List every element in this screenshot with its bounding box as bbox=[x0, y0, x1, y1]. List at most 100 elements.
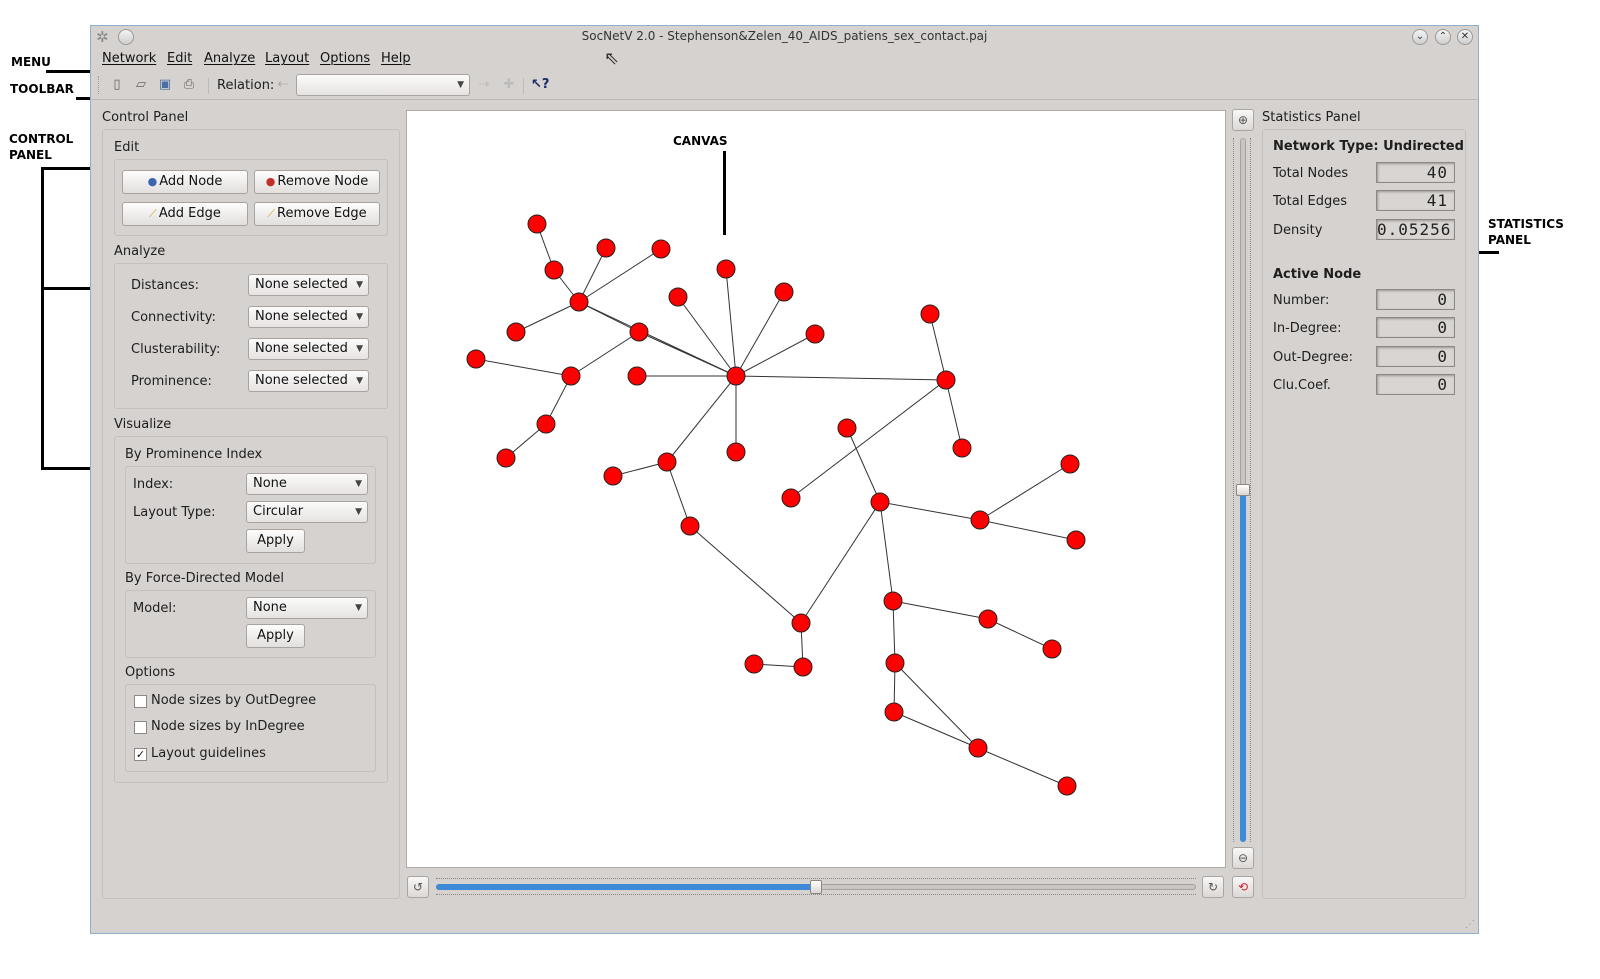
menu-options[interactable]: Options bbox=[320, 51, 370, 66]
rotate-slider[interactable] bbox=[436, 878, 1196, 898]
graph-edge[interactable] bbox=[846, 427, 881, 503]
rotate-right-button[interactable]: ↻ bbox=[1202, 876, 1224, 898]
graph-node[interactable] bbox=[668, 287, 688, 307]
graph-node[interactable] bbox=[936, 370, 956, 390]
graph-edge[interactable] bbox=[879, 501, 981, 521]
graph-node[interactable] bbox=[726, 366, 746, 386]
toolbar-handle[interactable] bbox=[98, 76, 101, 94]
graph-edge[interactable] bbox=[666, 375, 737, 463]
zoom-out-button[interactable]: ⊖ bbox=[1232, 847, 1254, 869]
graph-edge[interactable] bbox=[977, 747, 1068, 787]
graph-node[interactable] bbox=[1060, 454, 1080, 474]
apply-prominence-button[interactable]: Apply bbox=[246, 529, 305, 553]
graph-edge[interactable] bbox=[893, 711, 979, 749]
graph-edge[interactable] bbox=[979, 463, 1071, 521]
graph-node[interactable] bbox=[781, 488, 801, 508]
graph-node[interactable] bbox=[744, 654, 764, 674]
apply-model-button[interactable]: Apply bbox=[246, 624, 305, 648]
graph-node[interactable] bbox=[527, 214, 547, 234]
network-graph[interactable] bbox=[407, 111, 1225, 867]
graph-node[interactable] bbox=[603, 466, 623, 486]
graph-nodes[interactable] bbox=[466, 214, 1086, 796]
graph-node[interactable] bbox=[536, 414, 556, 434]
graph-node[interactable] bbox=[651, 239, 671, 259]
graph-node[interactable] bbox=[726, 442, 746, 462]
remove-node-button[interactable]: ● Remove Node bbox=[254, 170, 380, 194]
rotate-slider-handle[interactable] bbox=[810, 880, 822, 894]
graph-node[interactable] bbox=[952, 438, 972, 458]
menu-layout[interactable]: Layout bbox=[265, 51, 309, 66]
graph-node[interactable] bbox=[561, 366, 581, 386]
graph-node[interactable] bbox=[805, 324, 825, 344]
graph-node[interactable] bbox=[569, 292, 589, 312]
graph-node[interactable] bbox=[1066, 530, 1086, 550]
open-file-icon[interactable]: ▱ bbox=[133, 77, 149, 93]
layout-guidelines-checkbox[interactable]: ✓ bbox=[134, 748, 147, 761]
graph-edge[interactable] bbox=[578, 248, 662, 303]
graph-node[interactable] bbox=[716, 259, 736, 279]
graph-node[interactable] bbox=[978, 609, 998, 629]
distances-select[interactable]: None selected ▼ bbox=[248, 274, 369, 296]
graph-canvas[interactable]: CANVAS bbox=[406, 110, 1226, 868]
minimize-icon[interactable]: ⌄ bbox=[1412, 29, 1428, 45]
graph-node[interactable] bbox=[627, 366, 647, 386]
zoom-slider[interactable] bbox=[1230, 138, 1256, 842]
menu-analyze[interactable]: Analyze bbox=[204, 51, 255, 66]
graph-node[interactable] bbox=[885, 653, 905, 673]
save-icon[interactable]: ▣ bbox=[157, 77, 173, 93]
resize-grip-icon[interactable]: ⋰ bbox=[1465, 919, 1475, 930]
graph-edge[interactable] bbox=[800, 501, 881, 624]
zoom-in-button[interactable]: ⊕ bbox=[1232, 109, 1254, 131]
graph-edge[interactable] bbox=[892, 600, 989, 620]
rotate-left-button[interactable]: ↺ bbox=[407, 876, 429, 898]
menu-edit[interactable]: Edit bbox=[167, 51, 192, 66]
add-relation-icon[interactable]: ✚ bbox=[501, 77, 517, 93]
graph-edge[interactable] bbox=[894, 662, 979, 749]
previous-relation-icon[interactable]: ⇠ bbox=[275, 77, 291, 93]
close-icon[interactable]: ✕ bbox=[1457, 29, 1473, 45]
graph-node[interactable] bbox=[1057, 776, 1077, 796]
graph-node[interactable] bbox=[596, 238, 616, 258]
graph-node[interactable] bbox=[791, 613, 811, 633]
index-select[interactable]: None ▼ bbox=[246, 473, 368, 495]
indegree-checkbox[interactable] bbox=[134, 721, 147, 734]
graph-node[interactable] bbox=[506, 322, 526, 342]
new-file-icon[interactable]: ▯ bbox=[109, 77, 125, 93]
clusterability-select[interactable]: None selected ▼ bbox=[248, 338, 369, 360]
graph-edge[interactable] bbox=[979, 519, 1077, 541]
graph-edge[interactable] bbox=[475, 358, 572, 377]
graph-edge[interactable] bbox=[725, 268, 737, 377]
graph-edge[interactable] bbox=[677, 296, 737, 377]
graph-node[interactable] bbox=[970, 510, 990, 530]
outdegree-checkbox[interactable] bbox=[134, 695, 147, 708]
graph-node[interactable] bbox=[793, 657, 813, 677]
menu-help[interactable]: Help bbox=[381, 51, 411, 66]
graph-node[interactable] bbox=[629, 322, 649, 342]
add-edge-button[interactable]: ⟋ Add Edge bbox=[122, 202, 248, 226]
graph-node[interactable] bbox=[884, 702, 904, 722]
zoom-slider-handle[interactable] bbox=[1236, 484, 1250, 496]
graph-edge[interactable] bbox=[929, 313, 947, 381]
graph-node[interactable] bbox=[837, 418, 857, 438]
graph-edge[interactable] bbox=[638, 331, 737, 377]
whats-this-icon[interactable]: ↖? bbox=[531, 77, 549, 93]
remove-edge-button[interactable]: ⟋ Remove Edge bbox=[254, 202, 380, 226]
graph-node[interactable] bbox=[1042, 639, 1062, 659]
graph-node[interactable] bbox=[870, 492, 890, 512]
print-icon[interactable]: ⎙ bbox=[181, 77, 197, 93]
relation-select[interactable]: ▼ bbox=[296, 74, 470, 96]
graph-edge[interactable] bbox=[570, 331, 640, 377]
graph-edge[interactable] bbox=[879, 501, 894, 602]
graph-edge[interactable] bbox=[689, 525, 802, 624]
connectivity-select[interactable]: None selected ▼ bbox=[248, 306, 369, 328]
graph-node[interactable] bbox=[883, 591, 903, 611]
reset-view-button[interactable]: ⟲ bbox=[1232, 876, 1254, 898]
graph-node[interactable] bbox=[544, 260, 564, 280]
graph-edge[interactable] bbox=[945, 379, 963, 449]
graph-edge[interactable] bbox=[515, 301, 580, 333]
add-node-button[interactable]: ● Add Node bbox=[122, 170, 248, 194]
graph-node[interactable] bbox=[968, 738, 988, 758]
graph-edge[interactable] bbox=[790, 379, 947, 499]
graph-edge[interactable] bbox=[735, 375, 947, 381]
maximize-icon[interactable]: ⌃ bbox=[1435, 29, 1451, 45]
